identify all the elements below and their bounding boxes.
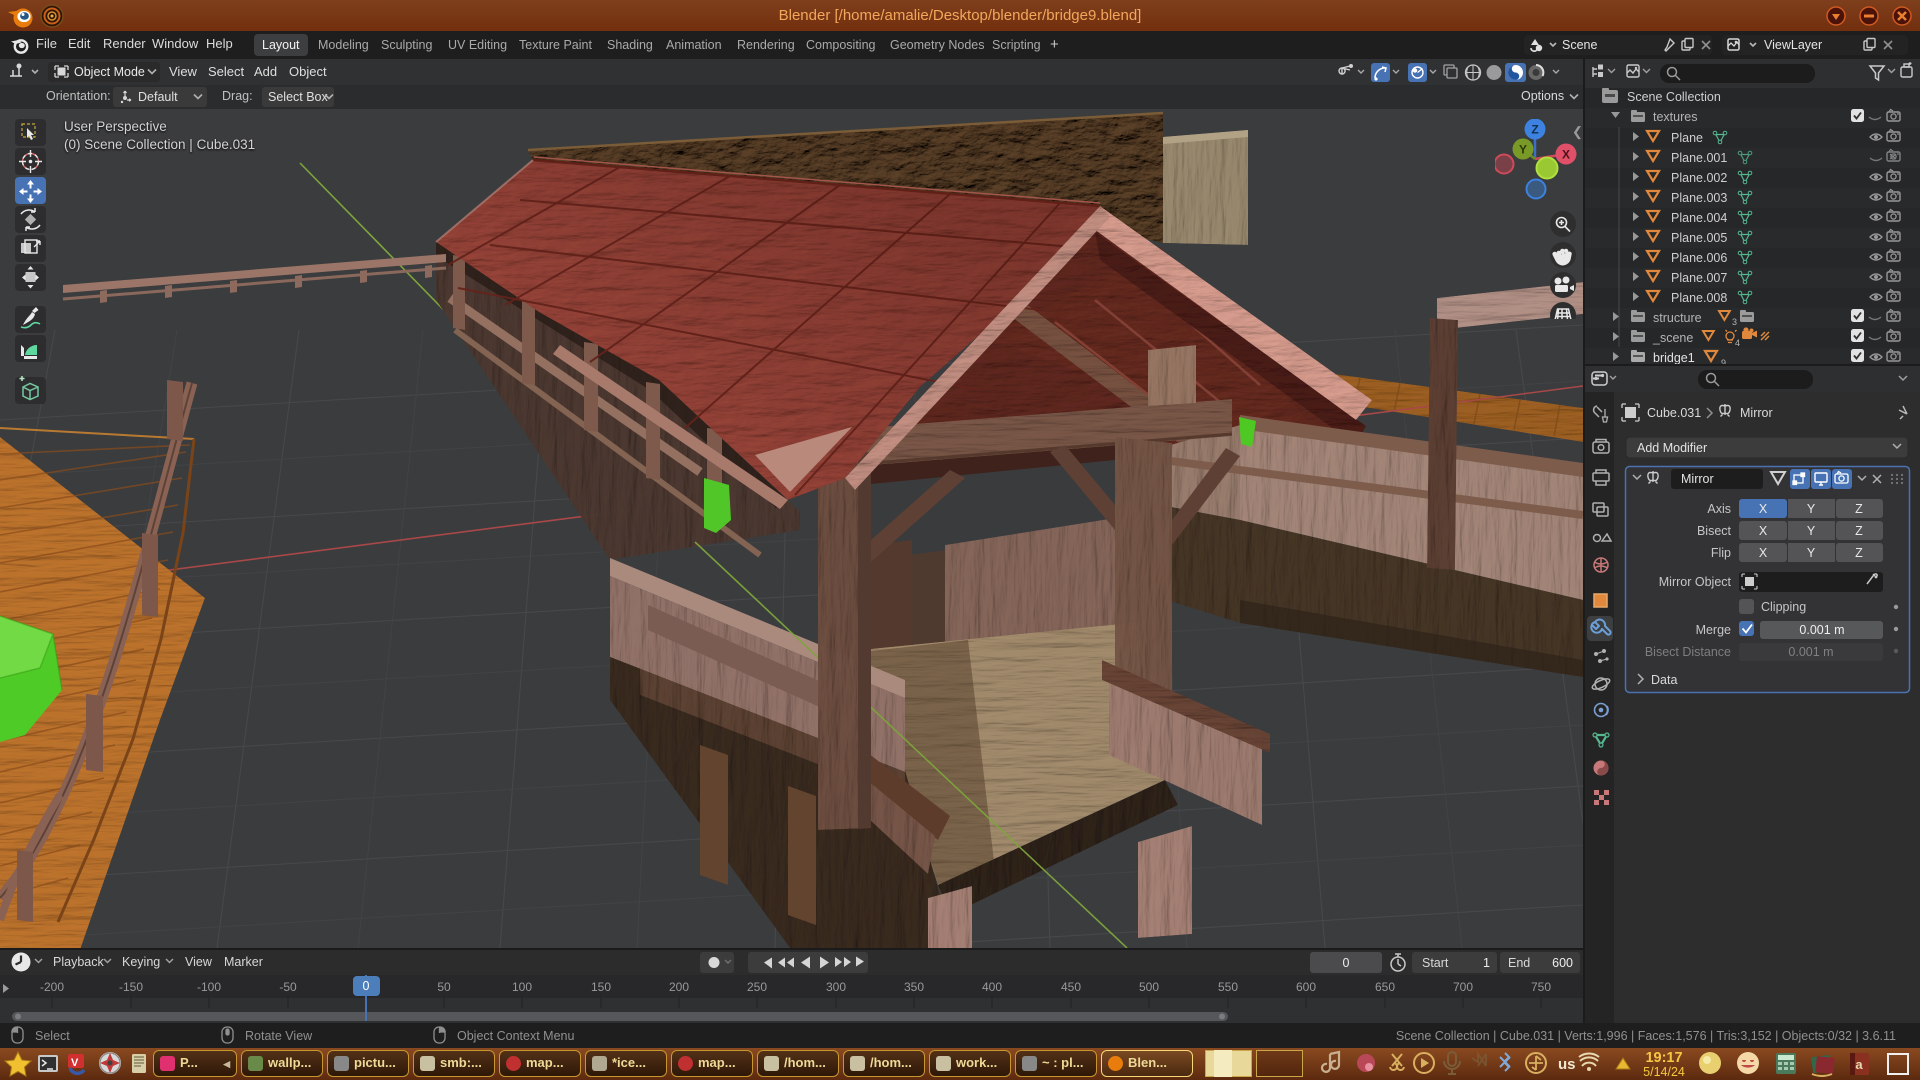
svg-text:Plane.004: Plane.004 — [1671, 211, 1727, 225]
svg-text:Axis: Axis — [1707, 502, 1731, 516]
svg-text:structure: structure — [1653, 311, 1702, 325]
svg-text:150: 150 — [591, 980, 611, 994]
svg-text:-100: -100 — [197, 980, 221, 994]
svg-text:450: 450 — [1061, 980, 1081, 994]
svg-text:650: 650 — [1375, 980, 1395, 994]
svg-text:0.001 m: 0.001 m — [1799, 623, 1844, 637]
svg-text:us: us — [1558, 1056, 1576, 1073]
svg-text:Clipping: Clipping — [1761, 600, 1806, 614]
svg-text:Plane.002: Plane.002 — [1671, 171, 1727, 185]
svg-text:Y: Y — [1519, 143, 1527, 157]
svg-text:Z: Z — [1855, 502, 1863, 516]
svg-text:Mirror: Mirror — [1740, 406, 1773, 420]
svg-text:-200: -200 — [40, 980, 64, 994]
svg-text:Flip: Flip — [1711, 546, 1731, 560]
svg-text:100: 100 — [512, 980, 532, 994]
svg-text:750: 750 — [1531, 980, 1551, 994]
svg-text:X: X — [1562, 148, 1570, 162]
svg-text:Plane: Plane — [1671, 131, 1703, 145]
svg-text:Plane.007: Plane.007 — [1671, 271, 1727, 285]
svg-text:bridge1: bridge1 — [1653, 351, 1695, 364]
svg-text:Plane.001: Plane.001 — [1671, 151, 1727, 165]
svg-text:End: End — [1508, 956, 1530, 970]
svg-text:Data: Data — [1651, 673, 1677, 687]
svg-text:0.001 m: 0.001 m — [1788, 645, 1833, 659]
svg-text:50: 50 — [437, 980, 451, 994]
svg-text:Y: Y — [1807, 524, 1816, 538]
svg-text:X: X — [1759, 502, 1768, 516]
svg-text:-150: -150 — [119, 980, 143, 994]
svg-text:View: View — [185, 955, 213, 969]
svg-text:550: 550 — [1218, 980, 1238, 994]
svg-text:Bisect: Bisect — [1697, 524, 1732, 538]
svg-text:600: 600 — [1552, 956, 1573, 970]
svg-text:Scene Collection: Scene Collection — [1627, 90, 1721, 104]
svg-text:Y: Y — [1807, 502, 1816, 516]
svg-text:19:17: 19:17 — [1645, 1050, 1682, 1066]
svg-text:a: a — [1855, 1057, 1863, 1072]
svg-text:Plane.005: Plane.005 — [1671, 231, 1727, 245]
svg-text:Cube.031: Cube.031 — [1647, 406, 1701, 420]
svg-text:Bisect Distance: Bisect Distance — [1645, 645, 1731, 659]
svg-text:Rotate View: Rotate View — [245, 1029, 313, 1043]
svg-text:V: V — [71, 1057, 79, 1069]
svg-text:0: 0 — [363, 979, 370, 993]
svg-text:200: 200 — [669, 980, 689, 994]
svg-text:Merge: Merge — [1696, 623, 1731, 637]
svg-text:Scene Collection | Cube.031 |: Scene Collection | Cube.031 | Verts:1,99… — [1396, 1029, 1896, 1043]
svg-text:250: 250 — [747, 980, 767, 994]
svg-text:Z: Z — [1855, 524, 1863, 538]
svg-text:textures: textures — [1653, 110, 1697, 124]
svg-text:Keying: Keying — [122, 955, 160, 969]
svg-text:3: 3 — [1732, 317, 1737, 327]
svg-text:1: 1 — [1483, 956, 1490, 970]
svg-text:0: 0 — [1343, 956, 1350, 970]
svg-text:Mirror Object: Mirror Object — [1659, 575, 1732, 589]
svg-text:Mirror: Mirror — [1681, 472, 1714, 486]
svg-text:Marker: Marker — [224, 955, 263, 969]
svg-text:5/14/24: 5/14/24 — [1643, 1065, 1685, 1079]
svg-text:X: X — [1759, 524, 1768, 538]
svg-text:Select: Select — [35, 1029, 70, 1043]
svg-text:-50: -50 — [279, 980, 297, 994]
svg-text:Add Modifier: Add Modifier — [1637, 441, 1707, 455]
svg-text:_scene: _scene — [1652, 331, 1693, 345]
svg-text:Start: Start — [1422, 956, 1449, 970]
svg-text:Y: Y — [1807, 546, 1816, 560]
svg-text:Playback: Playback — [53, 955, 104, 969]
svg-text:9: 9 — [1721, 358, 1726, 364]
svg-text:Plane.008: Plane.008 — [1671, 291, 1727, 305]
svg-text:Z: Z — [1855, 546, 1863, 560]
svg-text:Plane.003: Plane.003 — [1671, 191, 1727, 205]
svg-text:X: X — [1759, 546, 1768, 560]
svg-text:600: 600 — [1296, 980, 1316, 994]
svg-text:500: 500 — [1139, 980, 1159, 994]
svg-text:350: 350 — [904, 980, 924, 994]
svg-text:700: 700 — [1453, 980, 1473, 994]
svg-text:Object Context Menu: Object Context Menu — [457, 1029, 574, 1043]
svg-text:Plane.006: Plane.006 — [1671, 251, 1727, 265]
svg-text:Z: Z — [1531, 123, 1538, 137]
svg-text:300: 300 — [826, 980, 846, 994]
svg-text:4: 4 — [1735, 338, 1740, 348]
svg-text:400: 400 — [982, 980, 1002, 994]
